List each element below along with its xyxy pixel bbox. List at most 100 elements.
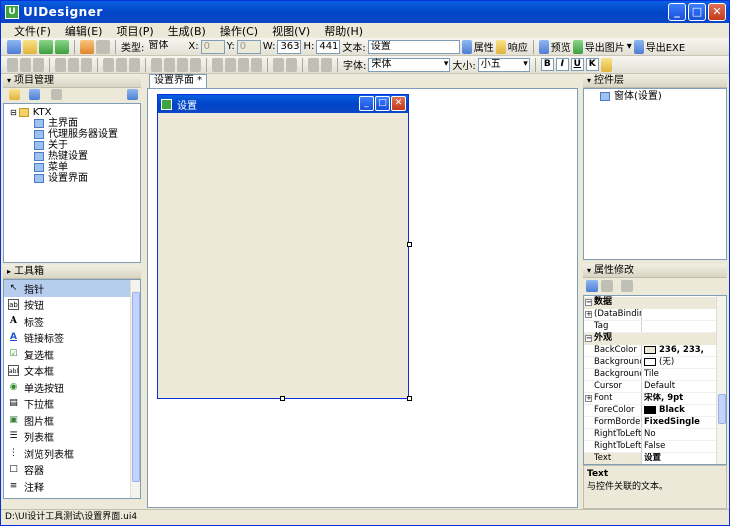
export-exe-button[interactable]: 导出EXE (646, 39, 686, 54)
tree-item[interactable]: 代理服务器设置 (34, 129, 118, 140)
chevron-down-icon[interactable]: ▾ (627, 41, 632, 52)
italic-button[interactable]: I (555, 58, 569, 71)
font-select[interactable]: 宋体 (368, 57, 451, 72)
bring-front-icon[interactable] (308, 57, 319, 72)
expand-toggle-icon[interactable]: + (585, 311, 592, 318)
open-folder-icon[interactable] (23, 39, 37, 54)
response-button[interactable]: 响应 (508, 39, 528, 54)
tool-radio[interactable]: ◉ 单选按钮 (4, 379, 140, 396)
h-spacing-inc-icon[interactable] (164, 57, 175, 72)
resize-handle-corner[interactable] (407, 396, 412, 401)
tool-pointer[interactable]: ↖ 指针 (4, 280, 140, 297)
x-field[interactable]: 0 (200, 39, 225, 54)
categorized-icon[interactable] (586, 280, 598, 292)
tree-item[interactable]: 主界面 (34, 118, 78, 129)
align-left-icon[interactable] (7, 57, 18, 72)
tool-link-label[interactable]: A 链接标签 (4, 330, 140, 347)
center-v-icon[interactable] (286, 57, 297, 72)
menu-project[interactable]: 项目(P) (109, 23, 160, 39)
tree-item[interactable]: 菜单 (34, 162, 68, 173)
property-pages-icon[interactable] (621, 280, 633, 292)
add-form-icon[interactable] (29, 89, 40, 100)
align-top-icon[interactable] (55, 57, 66, 72)
prop-row[interactable]: ForeColor Black (584, 405, 718, 417)
underline-button[interactable]: U (570, 58, 584, 71)
color-icon[interactable] (600, 57, 612, 72)
same-width-icon[interactable] (103, 57, 114, 72)
send-back-icon[interactable] (321, 57, 332, 72)
designed-form[interactable]: 设置 _ □ ✕ (157, 94, 409, 399)
delete-icon[interactable] (51, 89, 62, 100)
menu-edit[interactable]: 编辑(E) (58, 23, 110, 39)
align-middle-icon[interactable] (68, 57, 79, 72)
prop-row[interactable]: RightToLeft No (584, 429, 718, 441)
v-spacing-icon[interactable] (212, 57, 223, 72)
collapse-toggle-icon[interactable]: − (585, 299, 592, 306)
scroll-thumb[interactable] (132, 292, 140, 482)
menu-help[interactable]: 帮助(H) (317, 23, 370, 39)
collapse-toggle-icon[interactable]: ⊟ (10, 108, 17, 117)
v-spacing-dec-icon[interactable] (238, 57, 249, 72)
tree-item[interactable]: 设置界面 (34, 173, 88, 184)
tool-browse-listbox[interactable]: ⋮ 浏览列表框 (4, 445, 140, 462)
y-field[interactable]: 0 (236, 39, 261, 54)
width-field[interactable]: 363 (277, 39, 302, 54)
tool-textbox[interactable]: abl 文本框 (4, 363, 140, 380)
align-center-icon[interactable] (20, 57, 31, 72)
align-bottom-icon[interactable] (81, 57, 92, 72)
scroll-thumb[interactable] (718, 394, 726, 424)
close-button[interactable]: ✕ (708, 3, 726, 21)
center-h-icon[interactable] (273, 57, 284, 72)
add-folder-icon[interactable] (9, 89, 20, 100)
collapse-arrow-icon[interactable]: ▾ (7, 76, 11, 85)
tool-label-control[interactable]: A 标签 (4, 313, 140, 330)
tool-listbox[interactable]: ☰ 列表框 (4, 429, 140, 446)
resize-handle-right[interactable] (407, 242, 412, 247)
prop-row[interactable]: +(DataBindings (584, 309, 718, 321)
k-button[interactable]: K (585, 58, 599, 71)
bold-button[interactable]: B (540, 58, 554, 71)
menu-operate[interactable]: 操作(C) (213, 23, 265, 39)
new-file-icon[interactable] (7, 39, 21, 54)
prop-row[interactable]: RightToLeftLaFalse (584, 441, 718, 453)
same-size-icon[interactable] (129, 57, 140, 72)
tool-container[interactable]: □ 容器 (4, 462, 140, 479)
tool-dropdown[interactable]: ▤ 下拉框 (4, 396, 140, 413)
tool-button[interactable]: ab 按钮 (4, 297, 140, 314)
prop-row[interactable]: Tag (584, 321, 718, 333)
pin-icon[interactable] (127, 89, 138, 100)
menu-file[interactable]: 文件(F) (7, 23, 58, 39)
tree-item[interactable]: 关于 (34, 140, 68, 151)
prop-row[interactable]: Cursor Default (584, 381, 718, 393)
prop-row[interactable]: FormBorderStyFixedSingle (584, 417, 718, 429)
tab-settings-form[interactable]: 设置界面 * (149, 74, 208, 88)
v-spacing-inc-icon[interactable] (225, 57, 236, 72)
h-spacing-dec-icon[interactable] (177, 57, 188, 72)
tool-checkbox[interactable]: ☑ 复选框 (4, 346, 140, 363)
prop-row[interactable]: BackgroundIma (无) (584, 357, 718, 369)
sort-alpha-icon[interactable] (601, 280, 613, 292)
tree-root[interactable]: ⊟ KTX (10, 107, 51, 118)
preview-button[interactable]: 预览 (551, 39, 571, 54)
prop-row-selected[interactable]: Text 设置 (584, 453, 718, 464)
expand-toggle-icon[interactable]: + (585, 395, 592, 402)
tool-picturebox[interactable]: ▣ 图片框 (4, 412, 140, 429)
minimize-button[interactable]: _ (668, 3, 686, 21)
height-field[interactable]: 441 (316, 39, 341, 54)
prop-row[interactable]: BackColor 236, 233, (584, 345, 718, 357)
h-spacing-icon[interactable] (151, 57, 162, 72)
h-spacing-remove-icon[interactable] (190, 57, 201, 72)
expand-arrow-icon[interactable]: ▸ (7, 267, 11, 276)
collapse-arrow-icon[interactable]: ▾ (587, 266, 591, 275)
redo-icon[interactable] (96, 39, 110, 54)
prop-row[interactable]: + Font 宋体, 9pt (584, 393, 718, 405)
same-height-icon[interactable] (116, 57, 127, 72)
text-field[interactable]: 设置 (367, 39, 460, 54)
control-item[interactable]: 窗体(设置) (600, 91, 662, 102)
undo-icon[interactable] (80, 39, 94, 54)
tool-comment[interactable]: ≡ 注释 (4, 478, 140, 495)
save-all-icon[interactable] (55, 39, 69, 54)
save-icon[interactable] (39, 39, 53, 54)
export-image-button[interactable]: 导出图片 (585, 39, 625, 54)
menu-view[interactable]: 视图(V) (265, 23, 317, 39)
